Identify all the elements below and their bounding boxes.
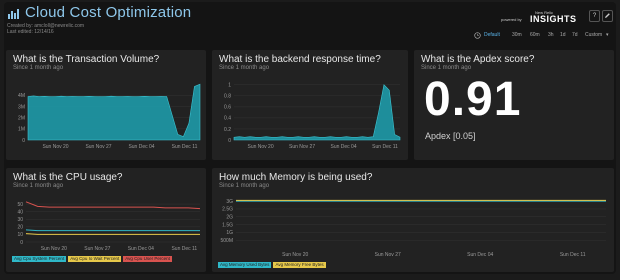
y-tick-label: 50 <box>17 202 23 208</box>
brand-insights: INSIGHTS <box>530 14 577 24</box>
y-tick-label: 30 <box>17 217 23 223</box>
time-option-60m[interactable]: 60m <box>530 32 540 38</box>
powered-by-logo: powered by New Relic INSIGHTS <box>501 10 581 28</box>
help-button[interactable]: ? <box>589 10 600 22</box>
y-tick-label: 20 <box>17 225 23 231</box>
y-tick-label: 4M <box>18 93 25 99</box>
time-option-1d[interactable]: 1d <box>560 32 566 38</box>
y-tick-label: 1 <box>228 83 231 89</box>
series-line <box>25 201 201 210</box>
last-edited: Last edited: 12/14/16 <box>7 29 54 35</box>
transaction-area <box>27 83 201 141</box>
edit-button[interactable] <box>602 10 613 22</box>
legend-item[interactable]: Avg Cpu System Percent <box>12 256 67 262</box>
x-tick-label: Sun Nov 27 <box>375 252 401 258</box>
panel-title: What is the backend response time? <box>219 54 381 65</box>
y-tick-label: 3M <box>18 104 25 110</box>
panel-transaction-volume: What is the Transaction Volume? Since 1 … <box>6 50 206 160</box>
x-tick-label: Sun Dec 04 <box>128 246 154 252</box>
time-option-30m[interactable]: 30m <box>512 32 522 38</box>
powered-by-text: powered by <box>501 17 522 22</box>
panel-subtitle: Since 1 month ago <box>13 183 64 189</box>
y-tick-label: 3G <box>226 199 233 205</box>
apdex-label: Apdex [0.05] <box>425 131 476 141</box>
y-tick-label: 1.5G <box>222 222 233 228</box>
panel-apdex: What is the Apdex score? Since 1 month a… <box>414 50 614 160</box>
legend-item[interactable]: Avg Cpu Io Wait Percent <box>68 256 122 262</box>
y-tick-label: 0 <box>20 240 23 246</box>
y-tick-label: 0.4 <box>224 116 231 122</box>
time-option-custom[interactable]: Custom <box>585 32 602 38</box>
y-tick-label: 0.8 <box>224 94 231 100</box>
y-tick-label: 10 <box>17 232 23 238</box>
clock-icon <box>474 32 481 39</box>
y-tick-label: 500M <box>220 238 233 244</box>
dashboard-title: Cloud Cost Optimization <box>25 4 192 21</box>
x-tick-label: Sun Dec 04 <box>467 252 493 258</box>
x-tick-label: Sun Nov 20 <box>41 246 67 252</box>
cpu-legend: Avg Cpu System Percent Avg Cpu Io Wait P… <box>12 256 202 262</box>
memory-line-chart[interactable]: 500M 1G 1.5G2G 2.5G 3G Sun Nov 20 Sun Nov 27 Su… <box>212 196 614 260</box>
y-tick-label: 2G <box>226 215 233 221</box>
transaction-area-chart[interactable]: 0 1M 2M 3M 4M Sun Nov 20 Sun Nov 27 Sun Dec 04 S… <box>6 76 206 158</box>
backend-area-chart[interactable]: 0 0.2 0.4 0.6 0.8 1 Sun Nov 20 Sun Nov 27 Sun De… <box>212 76 408 158</box>
y-tick-label: 2M <box>18 115 25 121</box>
panel-subtitle: Since 1 month ago <box>219 65 270 71</box>
screen-frame: Cloud Cost Optimization Created by: amcl… <box>0 0 620 280</box>
y-tick-label: 0.2 <box>224 127 231 133</box>
panel-subtitle: Since 1 month ago <box>219 183 270 189</box>
y-tick-label: 2.5G <box>222 207 233 213</box>
time-range-picker: Default 30m 60m 3h 1d 7d Custom ▾ <box>474 32 614 40</box>
panel-memory-usage: How much Memory is being used? Since 1 m… <box>212 168 614 272</box>
time-option-default[interactable]: Default <box>484 32 500 38</box>
panel-title: How much Memory is being used? <box>219 172 373 183</box>
y-tick-label: 1G <box>226 230 233 236</box>
series-line <box>25 229 200 232</box>
x-tick-label: Sun Nov 20 <box>282 252 308 258</box>
backend-area <box>233 84 401 141</box>
x-tick-label: Sun Dec 11 <box>172 144 198 150</box>
x-tick-label: Sun Dec 04 <box>330 144 356 150</box>
dashboard-header: Cloud Cost Optimization Created by: amcl… <box>4 2 616 44</box>
panel-backend-response: What is the backend response time? Since… <box>212 50 408 160</box>
legend-item[interactable]: Avg Cpu User Percent <box>123 256 172 262</box>
time-option-3h[interactable]: 3h <box>548 32 554 38</box>
panel-cpu-usage: What is the CPU usage? Since 1 month ago… <box>6 168 206 272</box>
x-tick-label: Sun Dec 11 <box>372 144 398 150</box>
time-option-7d[interactable]: 7d <box>572 32 578 38</box>
panel-title: What is the Apdex score? <box>421 54 535 65</box>
panel-title: What is the CPU usage? <box>13 172 123 183</box>
panel-subtitle: Since 1 month ago <box>421 65 472 71</box>
x-tick-label: Sun Dec 04 <box>128 144 154 150</box>
panel-title: What is the Transaction Volume? <box>13 54 160 65</box>
panel-subtitle: Since 1 month ago <box>13 65 64 71</box>
x-tick-label: Sun Nov 27 <box>85 144 111 150</box>
x-tick-label: Sun Nov 20 <box>42 144 68 150</box>
y-tick-label: 0 <box>22 138 25 144</box>
x-tick-label: Sun Nov 27 <box>84 246 110 252</box>
chevron-down-icon[interactable]: ▾ <box>606 32 609 38</box>
y-tick-label: 1M <box>18 127 25 133</box>
pencil-icon <box>605 13 610 18</box>
cpu-line-chart[interactable]: 0 1020 30 4050 Sun Nov 20 Sun Nov 27 Sun Dec 0… <box>6 194 206 254</box>
apdex-value: 0.91 <box>424 73 522 126</box>
legend-item[interactable]: Avg Memory Free Bytes <box>273 262 326 268</box>
x-tick-label: Sun Dec 11 <box>171 246 197 252</box>
legend-item[interactable]: Avg Memory Used Bytes <box>218 262 272 268</box>
x-tick-label: Sun Dec 11 <box>560 252 586 258</box>
dashboard-chart-icon <box>8 9 19 19</box>
memory-legend: Avg Memory Used Bytes Avg Memory Free By… <box>218 262 326 268</box>
y-tick-label: 40 <box>17 209 23 215</box>
series-line <box>25 233 200 235</box>
x-tick-label: Sun Nov 20 <box>247 144 273 150</box>
y-tick-label: 0.6 <box>224 105 231 111</box>
dashboard: Cloud Cost Optimization Created by: amcl… <box>4 2 616 274</box>
x-tick-label: Sun Nov 27 <box>289 144 315 150</box>
y-tick-label: 0 <box>228 138 231 144</box>
